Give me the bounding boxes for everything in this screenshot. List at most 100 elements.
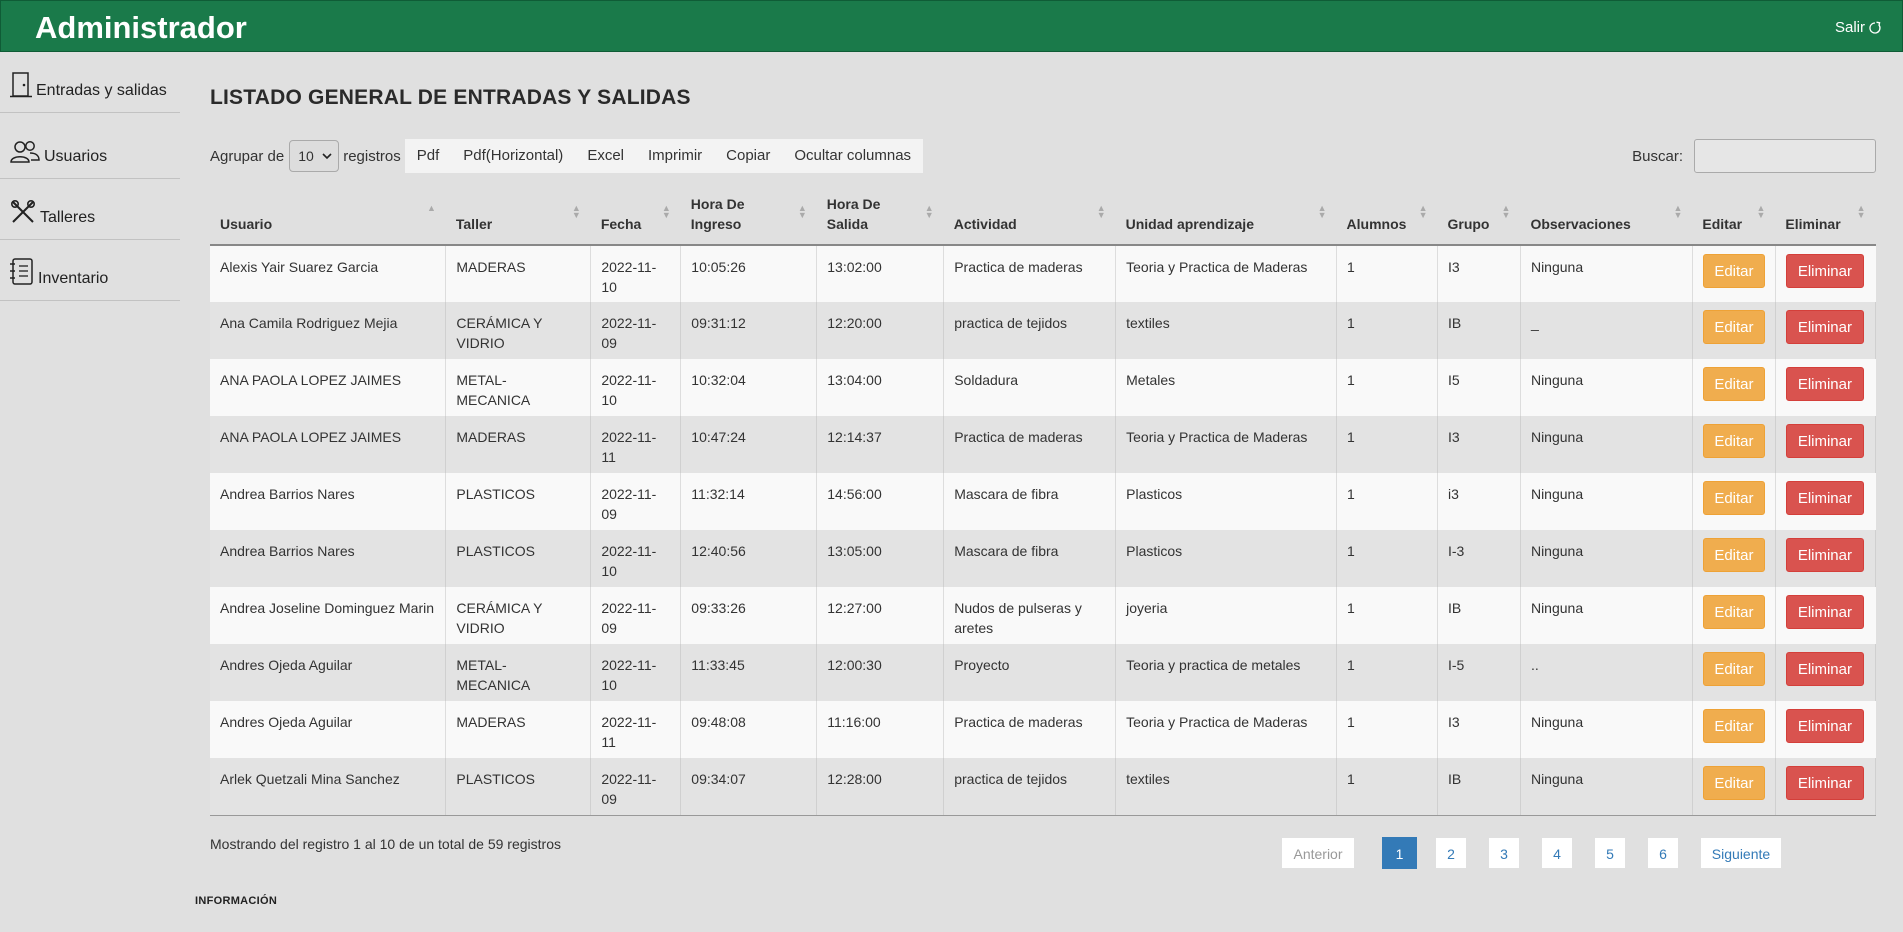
- delete-button[interactable]: Eliminar: [1785, 652, 1864, 686]
- column-header[interactable]: Usuario ▲: [210, 189, 446, 246]
- column-header[interactable]: Alumnos ▲ ▼: [1336, 189, 1438, 246]
- edit-button[interactable]: Editar: [1702, 310, 1765, 344]
- delete-button[interactable]: Eliminar: [1785, 254, 1864, 288]
- delete-button[interactable]: Eliminar: [1785, 424, 1864, 458]
- table-row: ANA PAOLA LOPEZ JAIMES METAL-MECANICA 2022…: [210, 359, 1876, 416]
- hide-columns-button[interactable]: Ocultar columnas: [782, 139, 923, 173]
- sidebar-item-talleres[interactable]: Talleres: [0, 179, 180, 240]
- delete-button[interactable]: Eliminar: [1785, 310, 1864, 344]
- edit-button[interactable]: Editar: [1702, 254, 1765, 288]
- edit-button[interactable]: Editar: [1702, 367, 1765, 401]
- print-button[interactable]: Imprimir: [636, 139, 714, 173]
- logout-button[interactable]: Salir: [1835, 19, 1882, 36]
- export-button-group: Pdf Pdf(Horizontal) Excel Imprimir Copia…: [404, 139, 924, 173]
- table-cell: PLASTICOS: [445, 758, 592, 816]
- edit-button[interactable]: Editar: [1702, 652, 1765, 686]
- column-header[interactable]: Eliminar ▲ ▼: [1775, 189, 1876, 246]
- notebook-icon: [10, 258, 33, 285]
- table-cell: i3: [1437, 473, 1521, 530]
- edit-button[interactable]: Editar: [1702, 538, 1765, 572]
- column-header[interactable]: Fecha ▲ ▼: [590, 189, 681, 246]
- table-cell: 2022-11-09: [590, 758, 682, 816]
- column-header[interactable]: Editar ▲ ▼: [1692, 189, 1776, 246]
- page-title: LISTADO GENERAL DE ENTRADAS Y SALIDAS: [210, 86, 691, 109]
- copy-button[interactable]: Copiar: [714, 139, 782, 173]
- edit-cell: Editar: [1692, 416, 1776, 473]
- edit-button[interactable]: Editar: [1702, 595, 1765, 629]
- door-icon: [10, 72, 32, 98]
- column-header[interactable]: Taller ▲ ▼: [445, 189, 591, 246]
- page-button[interactable]: 6: [1647, 837, 1679, 869]
- delete-button[interactable]: Eliminar: [1785, 709, 1864, 743]
- delete-button[interactable]: Eliminar: [1785, 766, 1864, 800]
- sidebar-item-inventario[interactable]: Inventario: [0, 240, 180, 301]
- column-header[interactable]: Hora De Ingreso ▲ ▼: [680, 189, 817, 246]
- search-area: Buscar:: [1632, 139, 1876, 173]
- pdf-button[interactable]: Pdf: [405, 139, 452, 173]
- delete-button[interactable]: Eliminar: [1785, 595, 1864, 629]
- delete-button[interactable]: Eliminar: [1785, 538, 1864, 572]
- column-header[interactable]: Grupo ▲ ▼: [1437, 189, 1521, 246]
- edit-button[interactable]: Editar: [1702, 709, 1765, 743]
- column-header[interactable]: Hora De Salida ▲ ▼: [816, 189, 944, 246]
- edit-button[interactable]: Editar: [1702, 481, 1765, 515]
- delete-cell: Eliminar: [1775, 701, 1876, 758]
- edit-cell: Editar: [1692, 758, 1776, 816]
- page-button[interactable]: 1: [1382, 837, 1417, 869]
- delete-cell: Eliminar: [1775, 359, 1876, 416]
- table-cell: 14:56:00: [816, 473, 945, 530]
- sidebar-item-usuarios[interactable]: Usuarios: [0, 113, 180, 179]
- column-header[interactable]: Unidad aprendizaje ▲ ▼: [1115, 189, 1337, 246]
- delete-cell: Eliminar: [1775, 416, 1877, 473]
- table-cell: Teoria y Practica de Maderas: [1115, 701, 1338, 758]
- table-cell: Andrea Barrios Nares: [210, 473, 447, 530]
- sort-icon: ▲ ▼: [797, 203, 807, 220]
- page-button[interactable]: 3: [1488, 837, 1520, 869]
- table-cell: 1: [1336, 758, 1438, 816]
- delete-button[interactable]: Eliminar: [1785, 367, 1864, 401]
- table-cell: Teoria y practica de metales: [1115, 644, 1338, 701]
- chevron-down-icon: [322, 152, 332, 159]
- delete-cell: Eliminar: [1775, 530, 1877, 587]
- table-cell: Practica de maderas: [943, 245, 1117, 302]
- page-button[interactable]: 4: [1541, 837, 1573, 869]
- table-cell: 1: [1336, 530, 1438, 587]
- page-button[interactable]: 2: [1435, 837, 1467, 869]
- edit-button[interactable]: Editar: [1702, 424, 1765, 458]
- pdf-horizontal-button[interactable]: Pdf(Horizontal): [451, 139, 575, 173]
- edit-cell: Editar: [1692, 245, 1776, 302]
- page-button[interactable]: 5: [1594, 837, 1626, 869]
- table-cell: Ninguna: [1520, 701, 1693, 758]
- table-row: Alexis Yair Suarez Garcia MADERAS 2022-11-…: [210, 245, 1876, 302]
- delete-cell: Eliminar: [1775, 644, 1877, 701]
- delete-button[interactable]: Eliminar: [1785, 481, 1864, 515]
- table-cell: I3: [1437, 245, 1521, 302]
- table-cell: Practica de maderas: [943, 701, 1117, 758]
- page-size-value: 10: [298, 148, 314, 164]
- group-prefix-label: Agrupar de: [210, 147, 285, 165]
- table-cell: MADERAS: [445, 245, 592, 302]
- sidebar-item-entradas[interactable]: Entradas y salidas: [0, 52, 180, 113]
- edit-cell: Editar: [1692, 302, 1776, 359]
- table-cell: 09:33:26: [680, 587, 818, 644]
- edit-button[interactable]: Editar: [1702, 766, 1765, 800]
- table-cell: IB: [1437, 758, 1521, 816]
- next-page-button[interactable]: Siguiente: [1700, 837, 1782, 869]
- table-cell: 11:32:14: [680, 473, 818, 530]
- column-header[interactable]: Actividad ▲ ▼: [943, 189, 1116, 246]
- table-cell: Alexis Yair Suarez Garcia: [210, 245, 447, 302]
- search-input[interactable]: [1694, 139, 1876, 173]
- table-cell: practica de tejidos: [943, 302, 1117, 359]
- column-header[interactable]: Observaciones ▲ ▼: [1520, 189, 1693, 246]
- page-size-select[interactable]: 10: [289, 140, 340, 172]
- table-cell: Plasticos: [1115, 530, 1338, 587]
- table-cell: Ninguna: [1520, 473, 1693, 530]
- delete-cell: Eliminar: [1775, 758, 1877, 816]
- table-cell: IB: [1437, 587, 1521, 644]
- table-cell: Ninguna: [1520, 359, 1693, 416]
- top-bar: Administrador Salir: [0, 0, 1903, 52]
- table-cell: 1: [1336, 416, 1438, 473]
- prev-page-button[interactable]: Anterior: [1281, 837, 1355, 869]
- table-cell: Ninguna: [1520, 245, 1693, 302]
- excel-button[interactable]: Excel: [575, 139, 636, 173]
